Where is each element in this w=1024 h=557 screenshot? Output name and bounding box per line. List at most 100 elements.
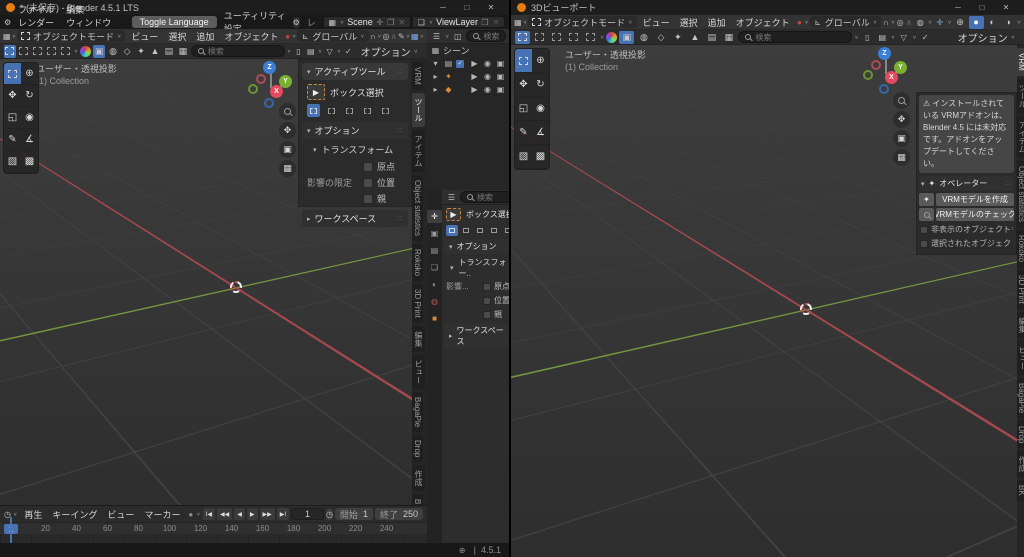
- bookmark-icon[interactable]: ▯: [293, 46, 303, 57]
- outliner-search-input[interactable]: [483, 32, 509, 41]
- perspective-toggle-icon[interactable]: ▦: [893, 149, 910, 166]
- outliner-row-scene[interactable]: ▦ シーン: [427, 44, 509, 57]
- render-visibility-icon[interactable]: ▣: [495, 72, 506, 81]
- camera-filter-icon[interactable]: ▲: [149, 45, 161, 58]
- sidebar-tab[interactable]: Object statistics: [412, 175, 423, 241]
- select-mode-subtract-icon[interactable]: [32, 45, 44, 58]
- mode-transfer-icon[interactable]: ●: [284, 31, 290, 42]
- mesh-filter-icon[interactable]: ◇: [653, 31, 668, 44]
- menu-item[interactable]: ウィンドウ: [60, 18, 117, 28]
- gizmos-toggle-icon[interactable]: ✛: [933, 17, 946, 28]
- outliner-row-collection[interactable]: ▾ ▤ ✓ ▶ ◉ ▣: [427, 57, 509, 70]
- menu-item[interactable]: レンダー: [12, 18, 60, 28]
- workspace-section-header[interactable]: ▸ ワークスペース ::: [302, 210, 408, 227]
- frame-start-field[interactable]: 開始 1: [335, 508, 373, 520]
- light-filter-icon[interactable]: ✦: [135, 45, 147, 58]
- sidebar-tab[interactable]: BK: [412, 494, 423, 505]
- scene-selector[interactable]: ▦ ∨ Scene ✛ ❐ ✕: [323, 16, 411, 28]
- filter-funnel-icon[interactable]: ▽: [897, 32, 910, 43]
- zoom-icon[interactable]: [279, 103, 296, 120]
- filter-funnel-icon[interactable]: ▽: [324, 46, 334, 57]
- menu-item[interactable]: 編集: [60, 5, 90, 15]
- search-input[interactable]: [755, 33, 845, 42]
- current-frame-field[interactable]: 1: [291, 508, 324, 520]
- tab-world[interactable]: ◍: [427, 295, 442, 308]
- boxselect-mode-new[interactable]: [307, 104, 320, 117]
- hide-eye-icon[interactable]: ◉: [482, 72, 493, 81]
- navigation-gizmo[interactable]: Z Y X: [862, 47, 910, 97]
- timeline-menu-item[interactable]: ビュー: [102, 508, 139, 521]
- delete-viewlayer-icon[interactable]: ✕: [492, 17, 500, 28]
- viewport-menu-item[interactable]: オブジェクト: [731, 18, 795, 28]
- shading-ball-icon[interactable]: [80, 46, 91, 57]
- new-scene-icon[interactable]: ❐: [387, 17, 395, 28]
- search-input[interactable]: [208, 47, 278, 56]
- include-hidden-option[interactable]: 非表示のオブジェクトも含...: [920, 224, 1013, 235]
- sidebar-tab[interactable]: Rokoko: [412, 244, 423, 281]
- snap-icon[interactable]: ∩: [882, 17, 890, 28]
- viewport-search[interactable]: [191, 45, 285, 57]
- collapse-icon[interactable]: ▾: [430, 59, 441, 68]
- shading-material-icon[interactable]: ◐: [985, 16, 1000, 29]
- tool-annotate[interactable]: ✎: [4, 129, 21, 151]
- sidebar-tab[interactable]: ビュー: [1017, 341, 1024, 375]
- selectable-icon[interactable]: ▶: [469, 59, 480, 68]
- tab-render[interactable]: ▣: [427, 227, 442, 240]
- selectable-icon[interactable]: ▶: [469, 72, 480, 81]
- gizmo-x-neg[interactable]: [256, 74, 266, 84]
- tool-move[interactable]: ✥: [4, 85, 21, 107]
- shading-wireframe-icon[interactable]: ⊕: [953, 16, 968, 29]
- tab-object[interactable]: ■: [427, 312, 442, 325]
- checkbox[interactable]: [483, 311, 491, 319]
- tab-scene[interactable]: ◐: [427, 278, 442, 291]
- tool-measure[interactable]: ∡: [21, 129, 38, 151]
- tool-cursor[interactable]: ⊕: [532, 49, 549, 73]
- options-section-header[interactable]: ▾ オプション ::: [302, 122, 408, 139]
- boxselect-mode-invert[interactable]: [488, 225, 500, 236]
- collection-visibility-icon[interactable]: ▣: [93, 45, 105, 58]
- tool-annotate[interactable]: ✎: [515, 121, 532, 145]
- affect-option[interactable]: 原点: [483, 281, 509, 292]
- operator-section-header[interactable]: ▾ ✦ オペレーター ::: [919, 176, 1014, 191]
- tool-select-box[interactable]: [515, 49, 532, 73]
- zoom-icon[interactable]: [893, 92, 910, 109]
- sidebar-tab[interactable]: Drop: [412, 435, 423, 462]
- viewport-menu-item[interactable]: ビュー: [638, 18, 675, 28]
- checkbox[interactable]: [920, 240, 928, 248]
- hide-eye-icon[interactable]: ◉: [482, 85, 493, 94]
- grid-filter-icon[interactable]: ▦: [177, 45, 189, 58]
- sidebar-tab[interactable]: 編集: [412, 326, 425, 352]
- options-dropdown[interactable]: オプション ∨: [953, 30, 1020, 45]
- sidebar-tab[interactable]: Object statistics: [1017, 161, 1024, 227]
- new-viewlayer-icon[interactable]: ❐: [481, 17, 489, 28]
- gizmo-z-axis[interactable]: Z: [263, 61, 276, 74]
- playhead-line[interactable]: [10, 517, 12, 544]
- checkbox[interactable]: [483, 283, 491, 291]
- tool-scale[interactable]: ◱: [515, 97, 532, 121]
- affect-option[interactable]: 位置: [483, 295, 509, 306]
- gizmo-z-neg[interactable]: [879, 84, 889, 94]
- active-tool-section-header[interactable]: ▾ アクティブツール ::: [302, 63, 408, 80]
- collapse-icon[interactable]: ▾: [313, 146, 317, 154]
- tool-transform[interactable]: ◉: [532, 97, 549, 121]
- sidebar-tab[interactable]: Drop: [1017, 421, 1024, 448]
- camera-view-icon[interactable]: ▣: [279, 141, 296, 158]
- hide-eye-icon[interactable]: ◉: [482, 59, 493, 68]
- tool-cursor[interactable]: ⊕: [21, 63, 38, 85]
- viewport-3d[interactable]: ユーザー・透視投影 (1) Collection ⊕ ✥ ↻ ◱ ◉ ✎ ∡ ▧…: [511, 45, 1024, 557]
- gizmo-z-neg[interactable]: [264, 98, 274, 108]
- editor-type-icon[interactable]: ▦: [3, 31, 11, 42]
- sidebar-tab[interactable]: アイテム: [412, 130, 425, 172]
- options-dropdown[interactable]: オプション ∨: [356, 44, 423, 59]
- jump-end-button[interactable]: ▶Ⅰ: [277, 508, 289, 520]
- bookmark-icon[interactable]: ▯: [861, 32, 874, 43]
- sidebar-tab[interactable]: ツール: [1017, 79, 1024, 113]
- checkbox[interactable]: [483, 297, 491, 305]
- viewport-menu-item[interactable]: オブジェクト: [219, 32, 283, 42]
- snap-icon[interactable]: ∩: [370, 31, 376, 42]
- mode-dropdown[interactable]: オブジェクトモード ∨: [528, 16, 636, 28]
- shading-solid-icon[interactable]: ●: [969, 16, 984, 29]
- play-button[interactable]: ▶: [247, 508, 258, 520]
- shield-check-icon[interactable]: ✓: [919, 32, 932, 43]
- expand-icon[interactable]: ▸: [430, 85, 441, 94]
